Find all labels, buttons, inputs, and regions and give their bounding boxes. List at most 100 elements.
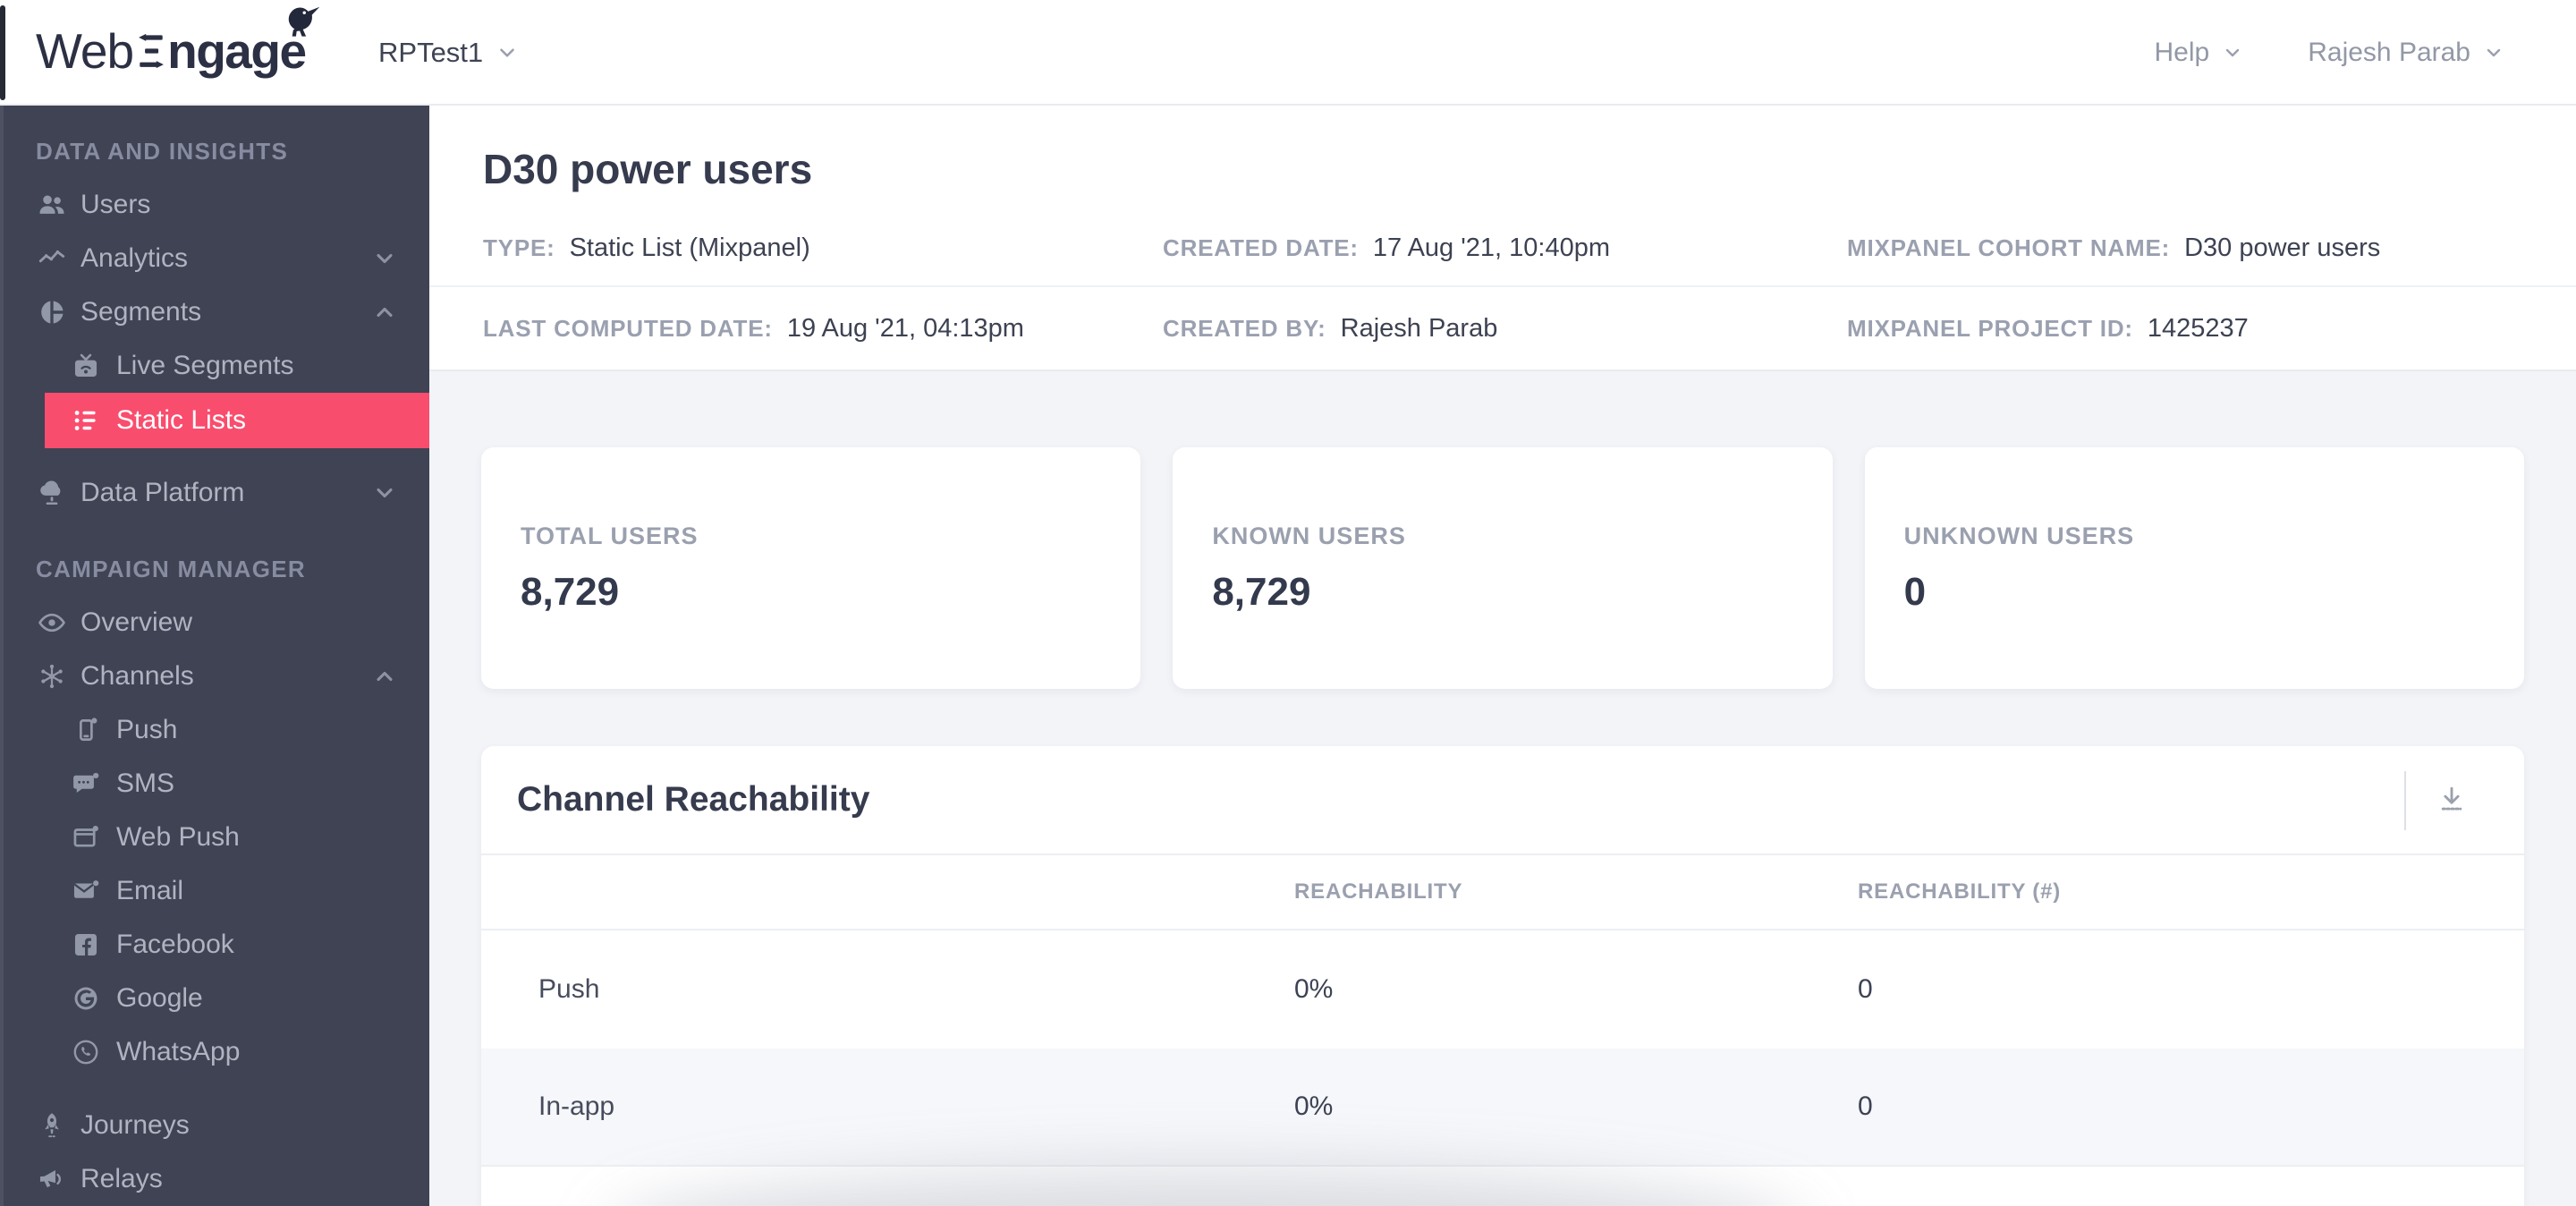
cell-channel: In-app [538,1091,615,1122]
meta-row-2: LAST COMPUTED DATE: 19 Aug '21, 04:13pm … [429,287,2576,369]
sidebar: DATA AND INSIGHTS Users Analytics Segmen… [0,106,429,1206]
sidebar-item-overview[interactable]: Overview [0,596,429,650]
stat-value: 8,729 [1212,569,1311,614]
section-campaign-manager: CAMPAIGN MANAGER [36,556,306,582]
static-lists-icon [70,403,102,438]
sidebar-item-data-platform[interactable]: Data Platform [0,466,429,520]
sidebar-item-static-lists[interactable]: Static Lists [45,393,429,448]
meta-type: TYPE: Static List (Mixpanel) [483,234,1163,263]
sidebar-item-push[interactable]: Push [0,703,429,757]
chevron-down-icon[interactable] [372,480,397,505]
cell-reachability: 0% [1294,974,1334,1005]
stat-card-unknown-users: UNKNOWN USERS 0 [1864,447,2524,690]
google-icon [70,981,102,1016]
meta-label: CREATED DATE: [1163,234,1359,261]
chevron-down-icon [496,41,519,64]
sidebar-item-label: Relays [80,1164,163,1193]
cell-reachability: 0% [1294,1091,1334,1122]
page-title: D30 power users [483,146,813,192]
sidebar-item-facebook[interactable]: Facebook [0,918,429,972]
table-header: REACHABILITY REACHABILITY (#) [481,855,2524,931]
section-data-and-insights: DATA AND INSIGHTS [36,138,289,165]
main-content: D30 power users TYPE: Static List (Mixpa… [429,106,2576,1206]
header-divider [2404,771,2406,831]
sidebar-item-live-segments[interactable]: Live Segments [0,339,429,393]
channels-icon [34,658,70,694]
overview-icon [34,605,70,641]
web-push-icon [70,820,102,855]
chevron-up-icon[interactable] [372,300,397,325]
table-row: In-app 0% 0 [481,1049,2524,1168]
sidebar-item-label: Push [116,715,178,744]
sidebar-item-whatsapp[interactable]: WhatsApp [0,1025,429,1079]
meta-value: 1425237 [2147,313,2249,343]
cell-reachability-count: 0 [1858,974,1873,1005]
cell-channel: Push [538,974,600,1005]
sidebar-item-google[interactable]: Google [0,972,429,1025]
user-menu[interactable]: Rajesh Parab [2308,38,2504,68]
project-name: RPTest1 [378,37,484,68]
meta-value: 19 Aug '21, 04:13pm [786,313,1024,343]
top-bar-right: Help Rajesh Parab [2155,0,2504,106]
left-scrollbar-thumb[interactable] [0,5,5,100]
sidebar-item-analytics[interactable]: Analytics [0,232,429,285]
logo-arrows-icon [138,33,165,73]
sidebar-item-label: Analytics [80,243,189,273]
meta-value: 17 Aug '21, 10:40pm [1372,233,1611,262]
chevron-down-icon [2483,42,2504,64]
data-platform-icon [34,475,70,511]
journeys-icon [34,1108,70,1143]
webengage-logo[interactable]: Web ngage [36,6,319,79]
sidebar-item-label: Web Push [116,822,240,852]
sidebar-item-label: Segments [80,297,202,327]
webengage-app: Web ngage RPTest1 Help Rajesh Parab DATA… [0,0,2576,1206]
sidebar-item-label: WhatsApp [116,1037,241,1066]
help-menu[interactable]: Help [2155,38,2244,68]
stat-label: KNOWN USERS [1212,522,1406,549]
relays-icon [34,1161,70,1197]
meta-mixpanel-cohort-name: MIXPANEL COHORT NAME: D30 power users [1847,234,2576,263]
meta-created-date: CREATED DATE: 17 Aug '21, 10:40pm [1163,234,1847,263]
stat-card-known-users: KNOWN USERS 8,729 [1173,447,1833,690]
sidebar-item-sms[interactable]: SMS [0,757,429,811]
analytics-icon [34,241,70,276]
meta-label: MIXPANEL PROJECT ID: [1847,314,2133,342]
top-bar: Web ngage RPTest1 Help Rajesh Parab [0,0,2576,106]
chevron-down-icon[interactable] [372,246,397,271]
logo-text-web: Web [36,23,134,79]
sidebar-item-relays[interactable]: Relays [0,1152,429,1206]
logo-text-ngage: ngage [167,6,319,76]
sidebar-item-label: Email [116,876,184,905]
meta-value: Static List (Mixpanel) [569,233,810,262]
whatsapp-icon [70,1034,102,1070]
meta-value: D30 power users [2184,233,2381,262]
chevron-down-icon [2222,42,2243,64]
project-selector[interactable]: RPTest1 [378,0,519,106]
download-icon [2435,782,2469,820]
user-name: Rajesh Parab [2308,38,2470,67]
meta-value: Rajesh Parab [1340,313,1498,343]
sidebar-item-label: Google [116,983,203,1013]
sidebar-item-web-push[interactable]: Web Push [0,811,429,864]
facebook-icon [70,927,102,963]
sidebar-item-email[interactable]: Email [0,864,429,918]
sidebar-item-users[interactable]: Users [0,178,429,232]
meta-label: LAST COMPUTED DATE: [483,314,773,342]
download-button[interactable] [2422,773,2481,828]
sidebar-item-label: Overview [80,607,193,637]
meta-label: MIXPANEL COHORT NAME: [1847,234,2171,261]
meta-row-1: TYPE: Static List (Mixpanel) CREATED DAT… [429,210,2576,288]
panel-title: Channel Reachability [517,780,870,820]
page-header: D30 power users TYPE: Static List (Mixpa… [429,106,2576,372]
meta-label: CREATED BY: [1163,314,1326,342]
sidebar-item-segments[interactable]: Segments [0,285,429,339]
stat-cards: TOTAL USERS 8,729 KNOWN USERS 8,729 UNKN… [481,447,2524,690]
sidebar-item-channels[interactable]: Channels [0,650,429,703]
stat-card-total-users: TOTAL USERS 8,729 [481,447,1141,690]
sidebar-item-journeys[interactable]: Journeys [0,1099,429,1152]
bird-icon [277,0,333,51]
email-icon [70,873,102,909]
push-icon [70,712,102,748]
chevron-up-icon[interactable] [372,664,397,689]
meta-label: TYPE: [483,234,555,261]
